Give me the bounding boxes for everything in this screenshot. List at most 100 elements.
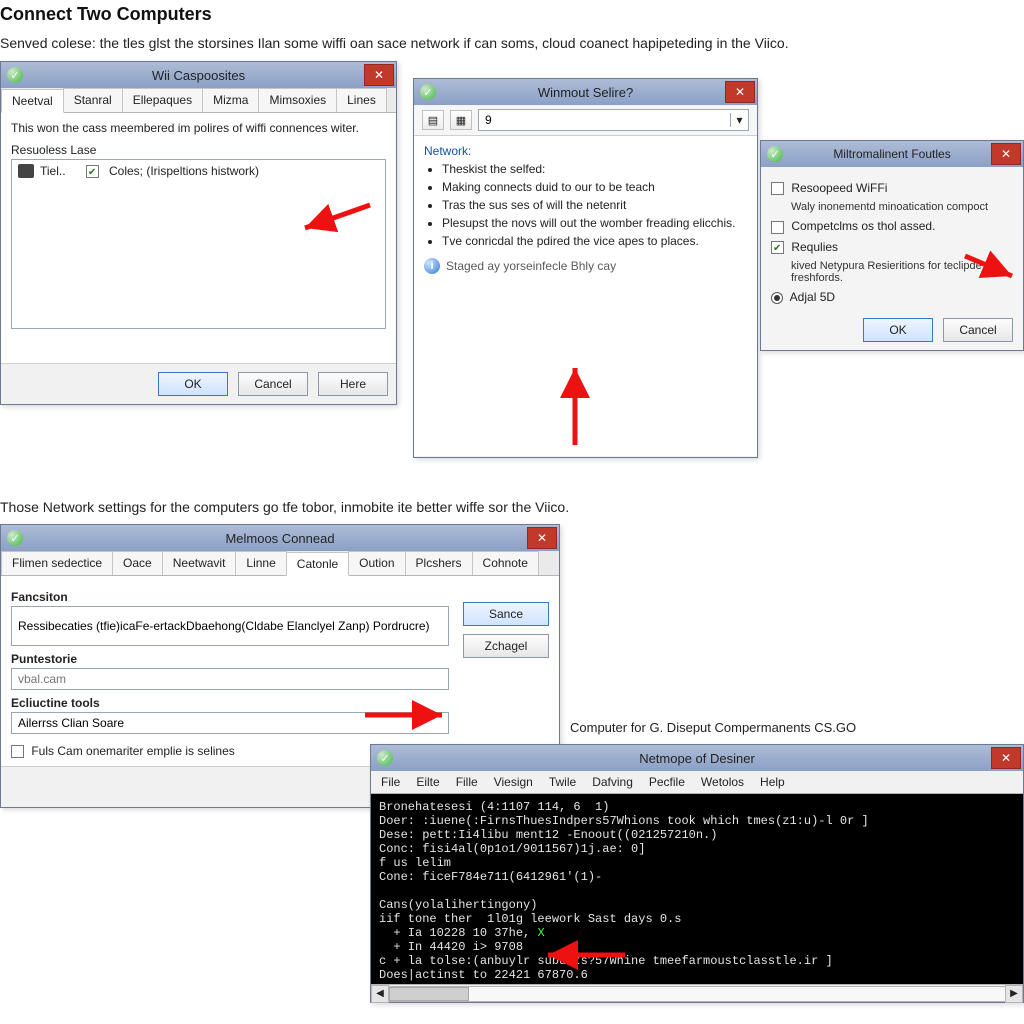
bullet-5: Tve conricdal the pdired the vice apes t… [442, 234, 747, 248]
ecliuctine-input[interactable] [11, 712, 449, 734]
chk-competclms-label: Competclms os thol assed. [791, 219, 935, 233]
save-icon-button[interactable]: ▦ [450, 110, 472, 130]
menu-dafving[interactable]: Dafving [592, 775, 633, 789]
network-listbox[interactable]: Tiel.. Coles; (Irispeltions histwork) [11, 159, 386, 329]
close-button[interactable]: ✕ [725, 81, 755, 103]
chk-fuls-cam-label: Fuls Cam onemariter emplie is selines [31, 744, 234, 758]
pane-desc: This won the cass meembered im polires o… [11, 121, 386, 135]
h-scrollbar[interactable]: ◀ ▶ [371, 984, 1023, 1002]
tab-catonle[interactable]: Catonle [286, 552, 349, 576]
scroll-right-icon[interactable]: ▶ [1005, 985, 1023, 1003]
titlebar-w3: ✓ Miltromalinent Foutles ✕ [761, 141, 1023, 167]
tab-oace[interactable]: Oace [112, 551, 163, 575]
bullet-1: Theskist the selfed: [442, 162, 747, 176]
list-item[interactable]: Tiel.. Coles; (Irispeltions histwork) [14, 162, 383, 180]
url-input[interactable] [479, 110, 730, 130]
chk-resoopeed[interactable] [771, 182, 784, 195]
fancsiton-input[interactable] [11, 606, 449, 646]
window-winmout-selire: ✓ Winmout Selire? ✕ ▤ ▦ ▾ Network: Thesk… [413, 78, 758, 458]
tab-flimen[interactable]: Flimen sedectice [1, 551, 113, 575]
staged-text: Staged ay yorseinfecle Bhly cay [446, 259, 616, 273]
app-icon: ✓ [767, 146, 783, 162]
close-button[interactable]: ✕ [527, 527, 557, 549]
group-label: Resuoless Lase [11, 143, 386, 157]
chk-requlies[interactable] [771, 241, 784, 254]
tab-cohnote[interactable]: Cohnote [472, 551, 539, 575]
chk-resoopeed-label: Resoopeed WiFFi [791, 181, 887, 195]
tab-neetval[interactable]: Neetval [1, 89, 64, 113]
console-output[interactable]: Bronehatesesi (4:1107 114, 6 1) Doer: :i… [371, 794, 1023, 984]
app-icon: ✓ [7, 67, 23, 83]
titlebar-w1: ✓ Wii Caspoosites ✕ [1, 62, 396, 88]
tab-oution[interactable]: Oution [348, 551, 405, 575]
tabs-w1: Neetval Stanral Ellepaques Mizma Mimsoxi… [1, 88, 396, 113]
tabs-w4: Flimen sedectice Oace Neetwavit Linne Ca… [1, 551, 559, 576]
chk-fuls-cam[interactable] [11, 745, 24, 758]
console-menubar: File Eilte Fille Viesign Twile Dafving P… [371, 771, 1023, 794]
menu-help[interactable]: Help [760, 775, 785, 789]
scroll-thumb[interactable] [389, 987, 469, 1001]
network-label: Network: [424, 144, 747, 158]
tab-stanral[interactable]: Stanral [63, 88, 123, 112]
window-title: Melmoos Connead [225, 531, 334, 546]
tab-mimsoxies[interactable]: Mimsoxies [258, 88, 337, 112]
sance-button[interactable]: Sance [463, 602, 549, 626]
puntestorie-input[interactable] [11, 668, 449, 690]
here-button[interactable]: Here [318, 372, 388, 396]
checkbox-icon[interactable] [86, 165, 99, 178]
app-icon: ✓ [377, 750, 393, 766]
puntestorie-label: Puntestorie [11, 652, 449, 666]
bullet-list: Theskist the selfed: Making connects dui… [442, 162, 747, 248]
bullet-4: Plesupst the novs will out the womber fr… [442, 216, 747, 230]
app-icon: ✓ [420, 84, 436, 100]
menu-fille[interactable]: Fille [456, 775, 478, 789]
menu-eilte[interactable]: Eilte [416, 775, 439, 789]
cancel-button[interactable]: Cancel [943, 318, 1013, 342]
doc-icon-button[interactable]: ▤ [422, 110, 444, 130]
ok-button[interactable]: OK [863, 318, 933, 342]
scroll-track[interactable] [389, 986, 1005, 1002]
radio-adjal-label: Adjal 5D [790, 290, 835, 304]
button-row: OK Cancel Here [1, 363, 396, 404]
chk-competclms[interactable] [771, 221, 784, 234]
menu-pecfile[interactable]: Pecfile [649, 775, 685, 789]
scroll-left-icon[interactable]: ◀ [371, 985, 389, 1003]
chevron-down-icon[interactable]: ▾ [730, 113, 748, 127]
staged-row: i Staged ay yorseinfecle Bhly cay [424, 258, 747, 274]
window-wii-caspoosites: ✓ Wii Caspoosites ✕ Neetval Stanral Elle… [0, 61, 397, 405]
intro-text: Senved colese: the tles glst the storsin… [0, 31, 1024, 61]
menu-twile[interactable]: Twile [549, 775, 576, 789]
close-button[interactable]: ✕ [991, 747, 1021, 769]
menu-wetolos[interactable]: Wetolos [701, 775, 744, 789]
window-console: ✓ Netmope of Desiner ✕ File Eilte Fille … [370, 744, 1024, 1003]
chk3-subtext: kived Netypura Resieritions for teclipde… [771, 260, 1013, 284]
close-button[interactable]: ✕ [364, 64, 394, 86]
window-title: Wii Caspoosites [152, 68, 245, 83]
menu-viesign[interactable]: Viesign [494, 775, 533, 789]
titlebar-w4: ✓ Melmoos Connead ✕ [1, 525, 559, 551]
page-title: Connect Two Computers [0, 0, 1024, 31]
tab-plcshers[interactable]: Plcshers [405, 551, 473, 575]
console-caption: Computer for G. Diseput Compermanents CS… [570, 720, 856, 735]
ok-button[interactable]: OK [158, 372, 228, 396]
url-dropdown[interactable]: ▾ [478, 109, 749, 131]
tab-ellepaques[interactable]: Ellepaques [122, 88, 203, 112]
row-text: Coles; (Irispeltions histwork) [109, 164, 259, 178]
tab-linne[interactable]: Linne [235, 551, 286, 575]
chk1-subtext: Waly inonementd minoatication compoct [771, 201, 1013, 213]
window-title: Winmout Selire? [538, 85, 633, 100]
bullet-2: Making connects duid to our to be teach [442, 180, 747, 194]
cancel-button[interactable]: Cancel [238, 372, 308, 396]
tab-mizma[interactable]: Mizma [202, 88, 259, 112]
menu-file[interactable]: File [381, 775, 400, 789]
zchagel-button[interactable]: Zchagel [463, 634, 549, 658]
radio-adjal[interactable] [771, 292, 783, 304]
tab-neetwavit[interactable]: Neetwavit [162, 551, 237, 575]
close-button[interactable]: ✕ [991, 143, 1021, 165]
drive-icon [18, 164, 34, 178]
info-icon: i [424, 258, 440, 274]
titlebar-w5: ✓ Netmope of Desiner ✕ [371, 745, 1023, 771]
app-icon: ✓ [7, 530, 23, 546]
tab-lines[interactable]: Lines [336, 88, 387, 112]
mid-text: Those Network settings for the computers… [0, 495, 1000, 525]
